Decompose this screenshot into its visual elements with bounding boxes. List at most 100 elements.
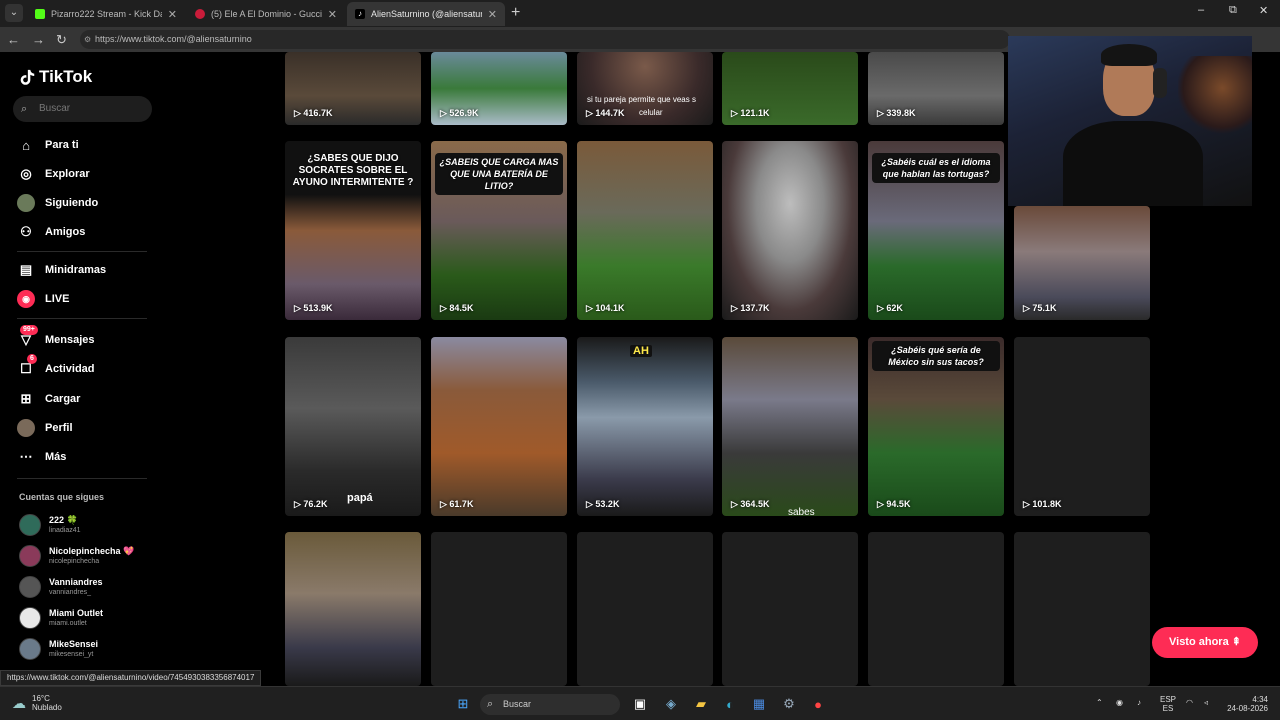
- nav-cargar[interactable]: ⊞ Cargar: [17, 390, 81, 408]
- search-placeholder: Buscar: [39, 103, 71, 114]
- close-icon[interactable]: ✕: [488, 8, 497, 21]
- nav-para-ti[interactable]: ⌂ Para ti: [17, 136, 79, 154]
- video-caption: ¿SABES QUE DIJO SOCRATES SOBRE EL AYUNO …: [292, 153, 414, 188]
- edge-icon[interactable]: ◐: [721, 695, 739, 713]
- view-count: ▷ 53.2K: [586, 499, 620, 509]
- tab-tiktok[interactable]: ♪ AlienSaturnino (@aliensaturnino) | Tik…: [347, 2, 505, 26]
- view-count: ▷ 339.8K: [877, 108, 916, 118]
- compass-icon: ◎: [20, 166, 32, 181]
- view-count: ▷ 84.5K: [440, 303, 474, 313]
- avatar: [19, 545, 41, 567]
- nav-minidramas[interactable]: ▤ Minidramas: [17, 261, 106, 279]
- video-card[interactable]: ▷ 104.1K: [577, 141, 713, 320]
- video-card[interactable]: ▷ 75.1K: [1014, 206, 1150, 320]
- mic-icon[interactable]: ♪: [1137, 698, 1141, 707]
- steam-icon[interactable]: ⚙: [780, 695, 798, 713]
- minidramas-icon: ▤: [19, 262, 33, 277]
- file-explorer-icon[interactable]: ▰: [692, 695, 710, 713]
- tab-list-button[interactable]: ⌄: [5, 4, 23, 22]
- view-count: ▷ 513.9K: [294, 303, 333, 313]
- visto-ahora-button[interactable]: Visto ahora ⇞: [1152, 627, 1258, 658]
- avatar: [19, 514, 41, 536]
- video-card[interactable]: papá ▷ 76.2K: [285, 337, 421, 516]
- video-card[interactable]: ▷ 137.7K: [722, 141, 858, 320]
- minimize-button[interactable]: –: [1198, 4, 1204, 16]
- tab-kick[interactable]: Pizarro222 Stream - Kick Dashboard ✕: [27, 2, 185, 26]
- account-item[interactable]: Nicolepinchecha 💖 nicolepinchecha: [19, 545, 134, 567]
- tray-chevron-icon[interactable]: ⌃: [1096, 698, 1103, 707]
- cloud-icon: ☁: [12, 694, 26, 711]
- video-card[interactable]: sabes ▷ 364.5K: [722, 337, 858, 516]
- address-bar[interactable]: ⚙ https://www.tiktok.com/@aliensaturnino: [80, 30, 1010, 49]
- new-tab-button[interactable]: +: [511, 4, 520, 22]
- taskbar-search[interactable]: ⌕ Buscar: [480, 694, 620, 715]
- close-icon[interactable]: ✕: [168, 8, 177, 21]
- account-item[interactable]: Miami Outlet miami.outlet: [19, 607, 103, 629]
- view-count: ▷ 101.8K: [1023, 499, 1062, 509]
- view-count: ▷ 137.7K: [731, 303, 770, 313]
- search-icon: ⌕: [487, 698, 494, 710]
- video-card[interactable]: AH ▷ 53.2K: [577, 337, 713, 516]
- more-icon: ⋯: [19, 449, 33, 464]
- video-caption: ¿Sabéis cuál es el idioma que hablan las…: [872, 153, 1000, 183]
- tab-youtube[interactable]: (5) Ele A El Dominio - Gucci En Mi… ✕: [187, 2, 345, 26]
- nav-actividad[interactable]: ☐ 6 Actividad: [17, 354, 95, 378]
- reload-icon[interactable]: ↻: [56, 32, 67, 48]
- store-icon[interactable]: ▦: [750, 695, 768, 713]
- clock[interactable]: 4:34 24-08-2026: [1224, 695, 1268, 713]
- following-avatar-icon: [17, 194, 35, 212]
- video-card[interactable]: ▷ 416.7K: [285, 52, 421, 125]
- video-card-placeholder: [577, 532, 713, 686]
- video-card[interactable]: ▷ 101.8K: [1014, 337, 1150, 516]
- wifi-icon[interactable]: ◠: [1186, 698, 1193, 707]
- nav-siguiendo[interactable]: Siguiendo: [17, 194, 98, 212]
- windows-start-icon[interactable]: ⊞: [454, 695, 472, 713]
- site-info-icon[interactable]: ⚙: [84, 30, 91, 49]
- view-count: ▷ 94.5K: [877, 499, 911, 509]
- video-card[interactable]: ¿Sabéis cuál es el idioma que hablan las…: [868, 141, 1004, 320]
- nav-live[interactable]: ◉ LIVE: [17, 290, 69, 308]
- close-window-button[interactable]: ✕: [1259, 4, 1268, 17]
- home-icon: ⌂: [22, 137, 30, 153]
- back-arrow-icon[interactable]: ←: [7, 32, 20, 47]
- nav-mas[interactable]: ⋯ Más: [17, 448, 67, 466]
- view-count: ▷ 416.7K: [294, 108, 333, 118]
- volume-icon[interactable]: ◃: [1204, 698, 1208, 707]
- video-card[interactable]: ¿Sabéis qué sería de México sin sus taco…: [868, 337, 1004, 516]
- nav-mensajes[interactable]: ▽ 99+ Mensajes: [17, 325, 95, 349]
- live-icon: ◉: [17, 290, 35, 308]
- search-icon: ⌕: [21, 103, 28, 115]
- language-indicator[interactable]: ESP ES: [1160, 695, 1176, 713]
- tiktok-logo[interactable]: TikTok: [19, 67, 92, 87]
- video-caption: ¿Sabéis qué sería de México sin sus taco…: [872, 341, 1000, 371]
- video-card[interactable]: ¿SABEIS QUE CARGA MAS QUE UNA BATERÍA DE…: [431, 141, 567, 320]
- weather-widget[interactable]: ☁ 16°C Nublado: [12, 694, 62, 712]
- video-card[interactable]: ▷ 121.1K: [722, 52, 858, 125]
- video-card[interactable]: si tu pareja permite que veas s celular …: [577, 52, 713, 125]
- restore-button[interactable]: ⧉: [1229, 4, 1237, 17]
- video-card[interactable]: ¿SABES QUE DIJO SOCRATES SOBRE EL AYUNO …: [285, 141, 421, 320]
- account-item[interactable]: 222 🍀 linadiaz41: [19, 514, 81, 536]
- nav-amigos[interactable]: ⚇ Amigos: [17, 223, 85, 241]
- search-input[interactable]: ⌕ Buscar: [13, 96, 152, 122]
- forward-arrow-icon[interactable]: →: [32, 32, 45, 47]
- obs-icon[interactable]: ●: [809, 695, 827, 713]
- close-icon[interactable]: ✕: [328, 8, 337, 21]
- task-view-icon[interactable]: ▣: [631, 695, 649, 713]
- video-card[interactable]: ▷ 526.9K: [431, 52, 567, 125]
- nav-divider: [17, 478, 147, 479]
- tiktok-favicon-icon: ♪: [355, 9, 365, 19]
- video-card-placeholder: [1014, 532, 1150, 686]
- upload-icon: ⊞: [20, 391, 32, 406]
- account-item[interactable]: Vanniandres vanniandres_: [19, 576, 103, 598]
- video-card[interactable]: ▷ 339.8K: [868, 52, 1004, 125]
- account-item[interactable]: MikeSensei mikesensei_yt: [19, 638, 98, 660]
- nav-divider: [17, 251, 147, 252]
- network-icon[interactable]: ◉: [1116, 698, 1123, 707]
- nav-explorar[interactable]: ◎ Explorar: [17, 165, 89, 183]
- video-card[interactable]: ▷ 61.7K: [431, 337, 567, 516]
- view-count: ▷ 144.7K: [586, 108, 625, 118]
- widgets-icon[interactable]: ◈: [662, 695, 680, 713]
- nav-perfil[interactable]: Perfil: [17, 419, 73, 437]
- video-card[interactable]: [285, 532, 421, 686]
